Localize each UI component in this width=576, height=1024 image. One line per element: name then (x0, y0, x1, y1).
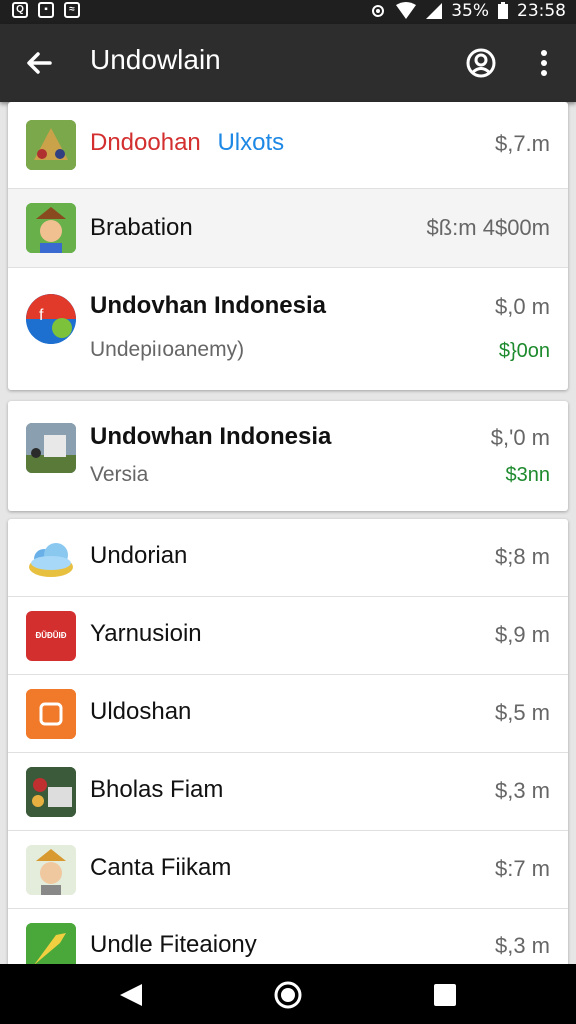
character-icon (26, 845, 76, 895)
item-price: $,0 m (494, 294, 550, 319)
item-title: Bholas Fiam (90, 776, 224, 803)
item-price: $ß:m 4$00m (426, 215, 551, 240)
more-vert-icon[interactable] (530, 46, 558, 80)
item-subtitle: Versia (90, 463, 149, 486)
red-app-icon-label: ÐŨĐŨIĐ (35, 631, 67, 640)
app-card: Undorian $;8 m ÐŨĐŨIĐ Yarnusioin $,9 m U… (8, 519, 568, 973)
game-scene-icon (26, 423, 76, 473)
clock: 23:58 (517, 1, 566, 21)
item-subtitle: Undepiıoanemy) (90, 338, 245, 361)
signal-icon (426, 3, 443, 19)
svg-text:f: f (39, 307, 44, 324)
item-price-sale: $}0on (498, 340, 550, 362)
back-nav-icon[interactable] (118, 982, 144, 1008)
orange-app-icon (26, 689, 76, 739)
item-title: Dndoohan Ulxots (90, 129, 285, 156)
image-icon: ▪ (38, 2, 54, 18)
list-item[interactable]: f Undovhan Indonesia Undepiıoanemy) $,0 … (8, 268, 568, 390)
game-icon (26, 767, 76, 817)
list-item[interactable]: Bholas Fiam $,3 m (8, 753, 568, 831)
home-nav-icon[interactable] (274, 981, 302, 1009)
item-price-sale: $3nn (505, 464, 551, 486)
red-app-icon: ÐŨĐŨIĐ (26, 611, 76, 661)
character-icon (26, 203, 76, 253)
list-item[interactable]: Dndoohan Ulxots $,7.m (8, 102, 568, 189)
item-price: $,3 m (494, 778, 550, 803)
game-thumbnail-icon (26, 120, 76, 170)
item-subtitle-blue: Ulxots (217, 129, 285, 156)
item-price: $,'0 m (490, 425, 550, 450)
item-price: $,7.m (494, 131, 550, 156)
list-item[interactable]: Undowhan Indonesia Versia $,'0 m $3nn (8, 401, 568, 511)
item-title: Undorian (90, 542, 188, 569)
list-item[interactable]: Brabation $ß:m 4$00m (8, 189, 568, 268)
browser-icon: f (26, 294, 76, 344)
list-item[interactable]: ÐŨĐŨIĐ Yarnusioin $,9 m (8, 597, 568, 675)
item-price: $;8 m (494, 544, 550, 569)
battery-percent: 35% (451, 1, 489, 21)
recents-nav-icon[interactable] (433, 983, 457, 1007)
item-title: Uldoshan (90, 698, 192, 725)
item-title: Brabation (90, 214, 193, 241)
list-item[interactable]: Undorian $;8 m (8, 519, 568, 597)
account-icon[interactable] (464, 46, 498, 80)
item-price: $,3 m (494, 933, 550, 958)
photo-icon: ≈ (64, 2, 80, 18)
list-item[interactable]: Uldoshan $,5 m (8, 675, 568, 753)
navigation-bar (0, 964, 576, 1024)
bug-icon (372, 5, 385, 17)
item-price: $,9 m (494, 622, 550, 647)
item-price: $:7 m (494, 856, 550, 881)
page-title: Undowlain (90, 44, 221, 75)
wifi-icon (396, 2, 417, 19)
item-title: Undowhan Indonesia (90, 423, 332, 450)
item-title: Yarnusioin (90, 620, 202, 647)
app-card: Dndoohan Ulxots $,7.m Brabation $ß:m 4$0… (8, 102, 568, 390)
battery-icon (498, 2, 508, 19)
notification-icon: Q (12, 2, 28, 18)
item-title: Canta Fiikam (90, 854, 232, 881)
status-bar: Q ▪ ≈ 35% 23:58 (0, 0, 576, 24)
cloud-icon (26, 533, 76, 583)
app-card: Undowhan Indonesia Versia $,'0 m $3nn (8, 401, 568, 511)
app-bar: Undowlain (0, 24, 576, 102)
arrow-left-icon[interactable] (22, 46, 56, 80)
list-item[interactable]: Canta Fiikam $:7 m (8, 831, 568, 909)
item-price: $,5 m (494, 700, 550, 725)
item-title: Undovhan Indonesia (90, 292, 327, 319)
item-title: Undle Fiteaiony (90, 931, 257, 958)
